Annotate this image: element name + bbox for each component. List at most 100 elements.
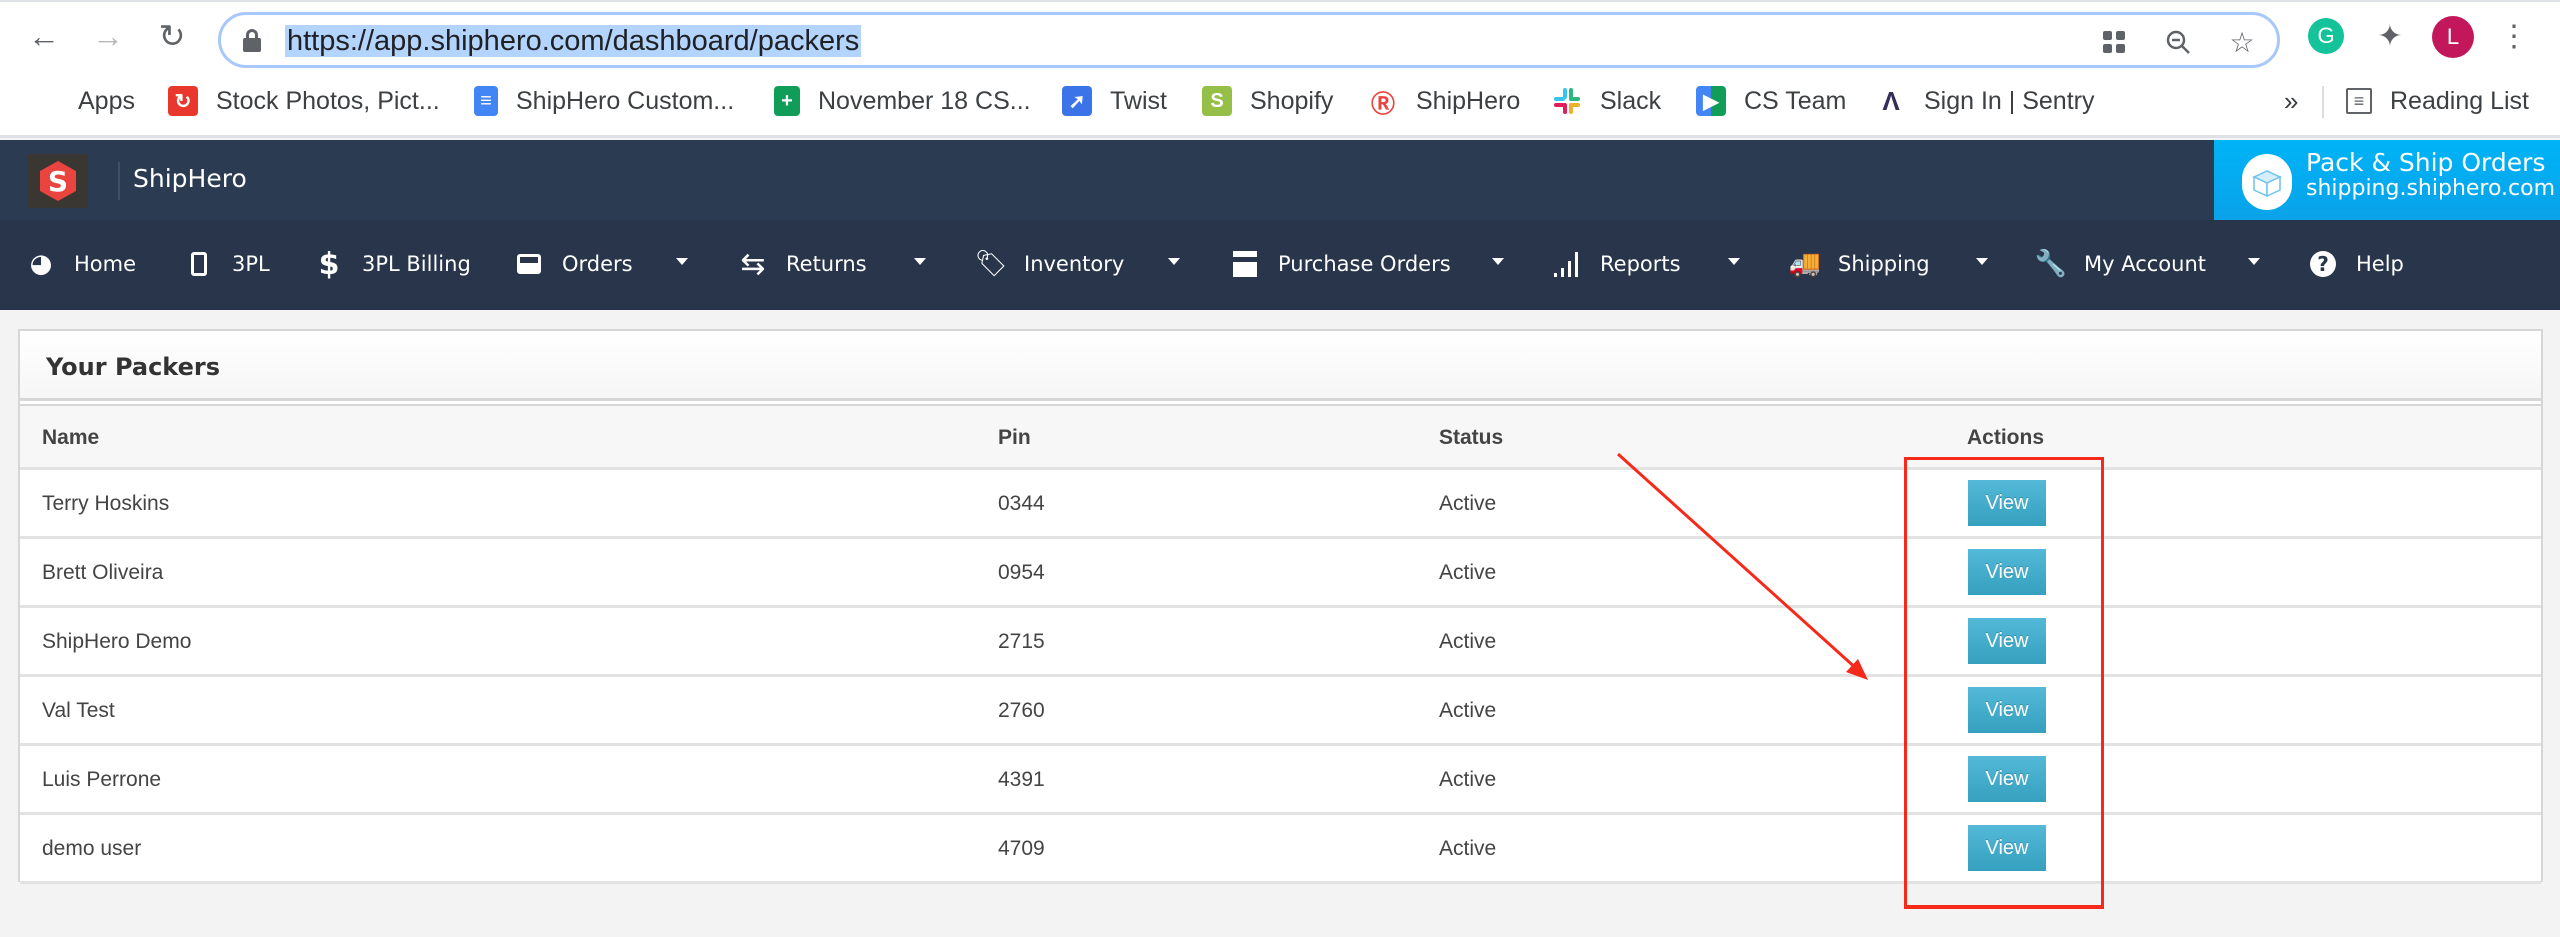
bookmark-star-icon[interactable]: ☆ — [2225, 25, 2259, 59]
packer-status: Active — [1439, 492, 1497, 515]
nav-3pl[interactable]: 3PL — [182, 246, 270, 282]
bookmark-slack[interactable]: Slack — [1552, 84, 1661, 118]
browser-menu-icon[interactable]: ⋮ — [2496, 18, 2532, 54]
tags-icon: 🏷 — [974, 249, 1008, 279]
view-button[interactable]: View — [1968, 687, 2046, 733]
packers-panel: Your Packers Name Pin Status Actions Ter… — [18, 329, 2543, 884]
packer-pin: 0954 — [998, 561, 1045, 584]
bookmark-apps[interactable]: Apps — [30, 84, 135, 118]
bookmarks-divider — [2322, 86, 2324, 118]
archive-icon — [1228, 249, 1262, 279]
grammarly-extension-icon[interactable]: G — [2308, 18, 2344, 54]
packer-status: Active — [1439, 768, 1497, 791]
column-header-name[interactable]: Name — [42, 426, 99, 450]
header-divider — [118, 162, 120, 200]
shopify-icon: S — [1202, 86, 1232, 116]
bookmark-november-18[interactable]: + November 18 CS... — [774, 84, 1031, 118]
main-nav: ◕ Home 3PL $3PL Billing Orders ⇆ Returns 🏷… — [0, 220, 2560, 310]
nav-help[interactable]: ? Help — [2306, 246, 2404, 282]
packer-status: Active — [1439, 837, 1497, 860]
arrow-right-icon: → — [92, 17, 124, 54]
bookmark-shiphero[interactable]: Ⓡ ShipHero — [1368, 84, 1520, 118]
qr-code-icon[interactable] — [2097, 25, 2131, 59]
table-row: Terry Hoskins 0344 Active View — [20, 470, 2541, 539]
packer-pin: 2715 — [998, 630, 1045, 653]
shiphero-logo[interactable]: S — [28, 154, 88, 208]
bookmark-twist[interactable]: ➚ Twist — [1062, 84, 1167, 118]
profile-avatar[interactable]: L — [2432, 16, 2474, 58]
packer-name: Terry Hoskins — [42, 492, 170, 515]
browser-toolbar: ← → ↻ https://app.shiphero.com/dashboard… — [0, 0, 2560, 68]
bookmark-sentry[interactable]: Λ Sign In | Sentry — [1876, 84, 2094, 118]
brand-name: ShipHero — [133, 164, 247, 193]
bookmarks-bar: Apps ↻ Stock Photos, Pict... ≡ ShipHero … — [0, 68, 2560, 138]
zoom-out-icon[interactable] — [2161, 25, 2195, 59]
back-button[interactable]: ← — [24, 16, 64, 56]
sentry-icon: Λ — [1882, 85, 1900, 116]
view-button[interactable]: View — [1968, 756, 2046, 802]
reading-list-button[interactable]: ≡ Reading List — [2346, 84, 2529, 118]
bookmark-shiphero-custom[interactable]: ≡ ShipHero Custom... — [474, 84, 734, 118]
google-docs-icon: ≡ — [474, 86, 498, 116]
table-row: demo user 4709 Active View — [20, 815, 2541, 884]
packer-name: Val Test — [42, 699, 115, 722]
reload-button[interactable]: ↻ — [152, 16, 192, 56]
packer-name: Luis Perrone — [42, 768, 162, 791]
address-bar[interactable]: https://app.shiphero.com/dashboard/packe… — [218, 12, 2280, 68]
extensions-puzzle-icon[interactable]: ✦ — [2372, 18, 2408, 54]
nav-purchase-orders[interactable]: Purchase Orders — [1228, 246, 1451, 282]
bookmark-stock-photos[interactable]: ↻ Stock Photos, Pict... — [168, 84, 440, 118]
returns-dropdown-caret[interactable] — [914, 258, 926, 265]
bookmarks-overflow-button[interactable]: » — [2284, 84, 2298, 118]
google-meet-icon: ▶ — [1696, 86, 1726, 116]
nav-reports[interactable]: Reports — [1550, 246, 1681, 282]
pack-ship-orders-link[interactable]: Pack & Ship Orders shipping.shiphero.com — [2214, 140, 2560, 220]
nav-returns[interactable]: ⇆ Returns — [736, 246, 866, 282]
truck-icon: 🚚 — [1788, 249, 1822, 279]
stock-photos-icon: ↻ — [168, 86, 198, 116]
nav-inventory[interactable]: 🏷 Inventory — [974, 246, 1124, 282]
apps-grid-icon — [30, 86, 60, 116]
packer-status: Active — [1439, 630, 1497, 653]
table-row: Brett Oliveira 0954 Active View — [20, 539, 2541, 608]
table-header: Name Pin Status Actions — [20, 404, 2541, 470]
nav-home[interactable]: ◕ Home — [24, 246, 136, 282]
reports-dropdown-caret[interactable] — [1728, 258, 1740, 265]
exchange-icon: ⇆ — [740, 246, 766, 282]
pack-ship-title: Pack & Ship Orders — [2306, 148, 2546, 177]
orders-dropdown-caret[interactable] — [676, 258, 688, 265]
bookmark-cs-team[interactable]: ▶ CS Team — [1696, 84, 1846, 118]
url-text[interactable]: https://app.shiphero.com/dashboard/packe… — [285, 25, 862, 57]
lock-icon — [243, 29, 261, 52]
packer-status: Active — [1439, 561, 1497, 584]
view-button[interactable]: View — [1968, 618, 2046, 664]
arrow-left-icon: ← — [28, 17, 60, 54]
column-header-pin[interactable]: Pin — [998, 426, 1031, 450]
bookmark-shopify[interactable]: S Shopify — [1202, 84, 1333, 118]
packer-name: ShipHero Demo — [42, 630, 192, 653]
packer-pin: 2760 — [998, 699, 1045, 722]
packer-name: Brett Oliveira — [42, 561, 164, 584]
view-button[interactable]: View — [1968, 549, 2046, 595]
purchase-orders-dropdown-caret[interactable] — [1492, 258, 1504, 265]
nav-orders[interactable]: Orders — [512, 246, 633, 282]
table-row: Val Test 2760 Active View — [20, 677, 2541, 746]
inventory-dropdown-caret[interactable] — [1168, 258, 1180, 265]
question-circle-icon: ? — [2306, 249, 2340, 279]
column-header-status[interactable]: Status — [1439, 426, 1503, 450]
tablet-icon — [182, 249, 216, 279]
shiphero-icon: Ⓡ — [1371, 90, 1395, 118]
nav-3pl-billing[interactable]: $3PL Billing — [312, 246, 471, 282]
shipping-dropdown-caret[interactable] — [1976, 258, 1988, 265]
nav-my-account[interactable]: 🔧 My Account — [2034, 246, 2206, 282]
forward-button[interactable]: → — [88, 16, 128, 56]
table-row: ShipHero Demo 2715 Active View — [20, 608, 2541, 677]
inbox-icon — [512, 249, 546, 279]
slack-icon — [1552, 86, 1582, 116]
nav-shipping[interactable]: 🚚 Shipping — [1788, 246, 1930, 282]
my-account-dropdown-caret[interactable] — [2248, 258, 2260, 265]
packer-pin: 4709 — [998, 837, 1045, 860]
view-button[interactable]: View — [1968, 480, 2046, 526]
packer-status: Active — [1439, 699, 1497, 722]
view-button[interactable]: View — [1968, 825, 2046, 871]
